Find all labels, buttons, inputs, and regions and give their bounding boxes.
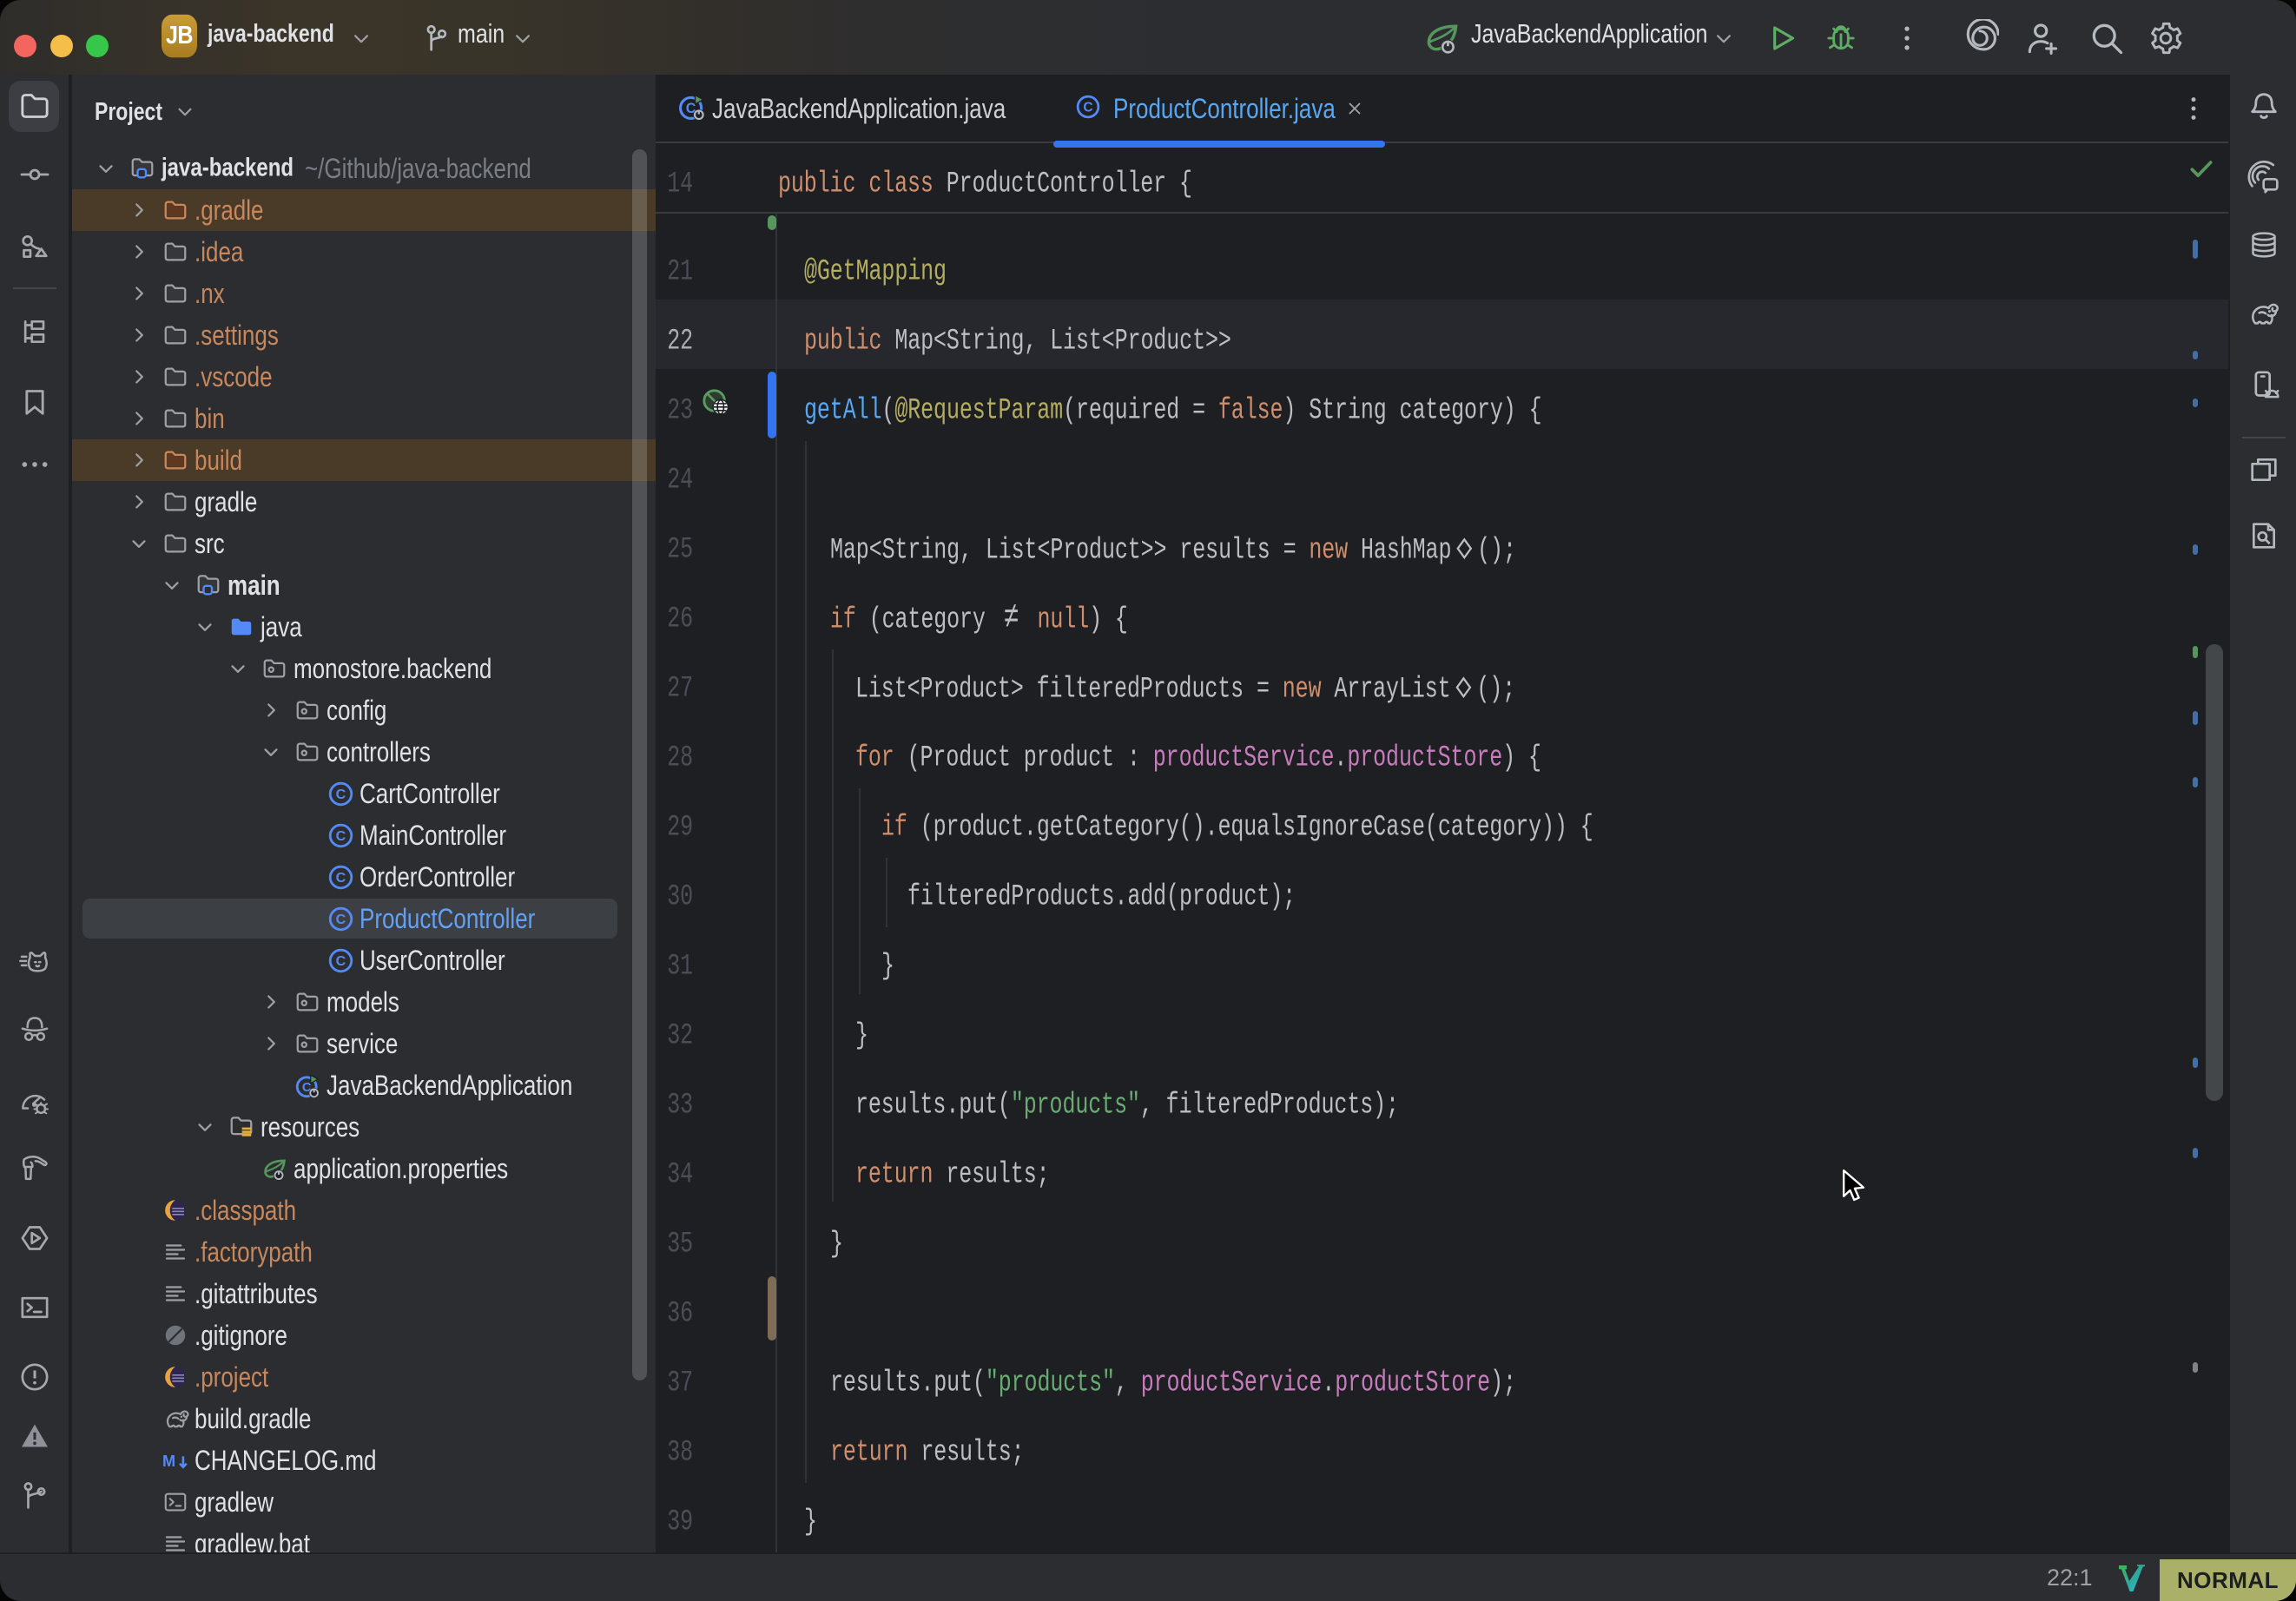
svg-text:C: C xyxy=(336,912,346,927)
svg-text:C: C xyxy=(1083,101,1092,115)
svg-text:C: C xyxy=(336,787,346,802)
svg-text:C: C xyxy=(336,870,346,886)
svg-text:M: M xyxy=(162,1453,175,1470)
svg-text:C: C xyxy=(336,828,346,844)
svg-text:C: C xyxy=(336,953,346,969)
